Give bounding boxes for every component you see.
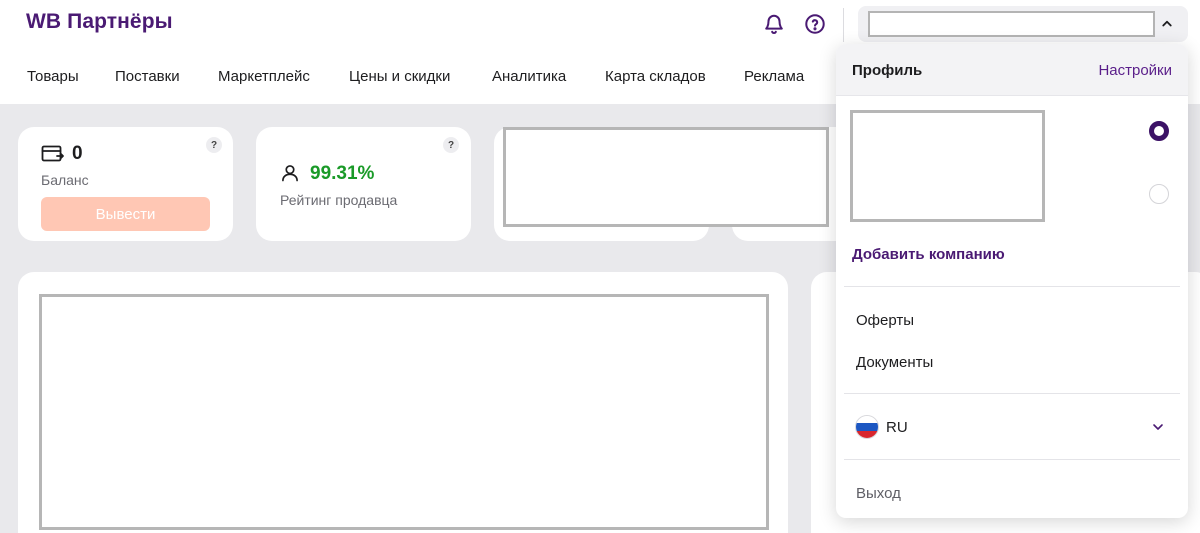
wallet-icon: [41, 145, 64, 162]
nav-item-marketplace[interactable]: Маркетплейс: [218, 68, 310, 85]
nav-item-supplies[interactable]: Поставки: [115, 68, 180, 85]
chevron-up-icon: [1162, 20, 1172, 27]
user-icon: [282, 165, 298, 182]
language-selector[interactable]: RU: [886, 419, 908, 436]
account-switcher[interactable]: [858, 6, 1188, 42]
company-radio-unselected[interactable]: [1149, 184, 1169, 204]
nav-item-ads[interactable]: Реклама: [744, 68, 804, 85]
account-name-placeholder: [868, 11, 1155, 37]
dropdown-header: Профиль Настройки: [836, 44, 1188, 96]
nav-item-analytics[interactable]: Аналитика: [492, 68, 566, 85]
profile-dropdown: Профиль Настройки Добавить компанию Офер…: [836, 44, 1188, 518]
dropdown-divider: [844, 286, 1180, 287]
seller-rating-value: 99.31%: [310, 163, 375, 184]
seller-rating-label: Рейтинг продавца: [280, 192, 398, 208]
nav-item-prices[interactable]: Цены и скидки: [349, 68, 450, 85]
nav-item-goods[interactable]: Товары: [27, 68, 79, 85]
seller-rating-card: 99.31% Рейтинг продавца ?: [256, 127, 471, 241]
redacted-main-content: [39, 294, 769, 530]
withdraw-button[interactable]: Вывести: [41, 197, 210, 231]
logout-link[interactable]: Выход: [856, 485, 901, 502]
dropdown-divider: [844, 393, 1180, 394]
bell-icon[interactable]: [762, 12, 786, 36]
add-company-link[interactable]: Добавить компанию: [852, 246, 1005, 263]
company-radio-selected[interactable]: [1149, 121, 1169, 141]
balance-value: 0: [72, 143, 83, 164]
balance-help-icon[interactable]: ?: [206, 137, 222, 153]
chevron-down-icon[interactable]: [1150, 419, 1166, 435]
documents-link[interactable]: Документы: [856, 354, 933, 371]
balance-card: 0 Баланс ? Вывести: [18, 127, 233, 241]
redacted-block: [503, 127, 829, 227]
header-divider: [843, 8, 844, 42]
russia-flag-icon: [855, 415, 879, 439]
company-list-placeholder: [850, 110, 1045, 222]
app-logo[interactable]: WB Партнёры: [26, 10, 173, 34]
dropdown-divider: [844, 459, 1180, 460]
profile-title: Профиль: [852, 62, 923, 79]
help-circle-icon[interactable]: [803, 12, 827, 36]
balance-label: Баланс: [41, 172, 89, 188]
rating-help-icon[interactable]: ?: [443, 137, 459, 153]
nav-item-warehouse-map[interactable]: Карта складов: [605, 68, 706, 85]
offers-link[interactable]: Оферты: [856, 312, 914, 329]
settings-link[interactable]: Настройки: [1098, 62, 1172, 79]
